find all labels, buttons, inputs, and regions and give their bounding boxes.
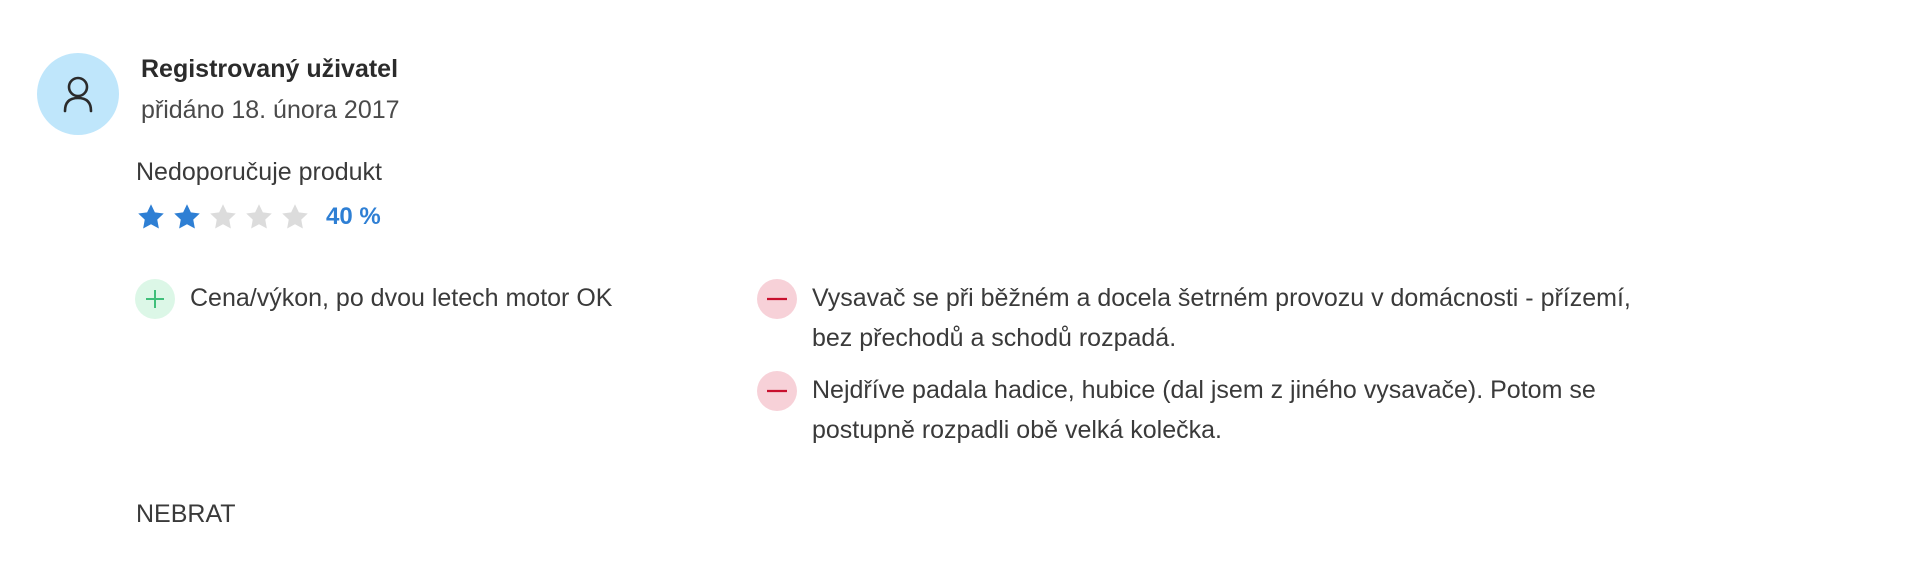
review-card: Registrovaný uživatel přidáno 18. února … [0, 0, 1920, 571]
con-item: Nejdříve padala hadice, hubice (dal jsem… [757, 370, 1657, 450]
minus-icon [757, 371, 797, 411]
rating-percent: 40 % [326, 203, 381, 230]
star-rating: 40 % [136, 199, 381, 235]
review-verdict: NEBRAT [136, 500, 236, 528]
star-empty-icon [282, 204, 308, 229]
pros-list: Cena/výkon, po dvou letech motor OK [135, 278, 612, 331]
pro-item: Cena/výkon, po dvou letech motor OK [135, 278, 612, 319]
star-empty-icon [246, 204, 272, 229]
pro-text: Cena/výkon, po dvou letech motor OK [190, 284, 613, 312]
recommendation-label: Nedoporučuje produkt [136, 158, 382, 186]
con-text: Nejdříve padala hadice, hubice (dal jsem… [812, 376, 1596, 444]
review-date: přidáno 18. února 2017 [141, 96, 400, 124]
cons-list: Vysavač se při běžném a docela šetrném p… [757, 278, 1657, 462]
avatar [37, 53, 119, 135]
star-filled-icon [174, 204, 200, 229]
author-name: Registrovaný uživatel [141, 55, 399, 83]
star-empty-icon [210, 204, 236, 229]
con-text: Vysavač se při běžném a docela šetrném p… [812, 284, 1631, 352]
star-filled-icon [138, 204, 164, 229]
con-item: Vysavač se při běžném a docela šetrném p… [757, 278, 1657, 358]
minus-icon [757, 279, 797, 319]
plus-icon [135, 279, 175, 319]
user-icon [63, 76, 93, 113]
